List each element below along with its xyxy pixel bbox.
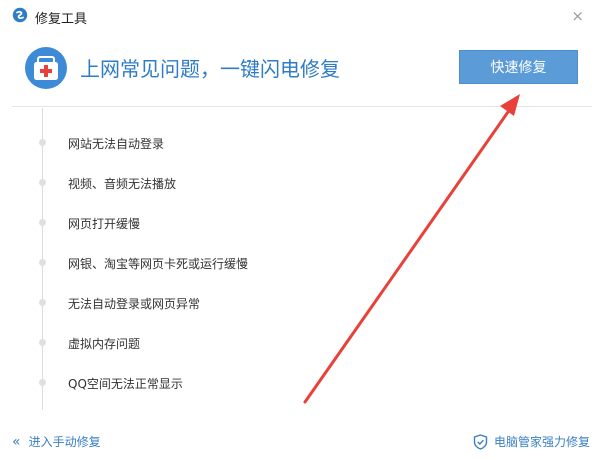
issue-item: 视频、音频无法播放 [68,177,177,191]
issue-item: 网站无法自动登录 [68,137,165,151]
medical-kit-icon [25,47,67,89]
repair-tool-window: 修复工具 × 上网常见问题，一键闪电修复 快速修复 网站无法自动登录 视频、音频… [0,0,604,460]
header-divider [12,106,592,107]
window-title: 修复工具 [35,12,88,27]
strong-repair-label: 电脑管家强力修复 [493,435,590,449]
timeline-dot [39,379,46,386]
timeline-dot [39,179,46,186]
timeline-dot [39,339,46,346]
issue-item: 网页打开缓慢 [68,217,141,231]
issue-item: 无法自动登录或网页异常 [68,297,201,311]
issue-item: 网银、淘宝等网页卡死或运行缓慢 [68,257,249,271]
timeline-dot [39,139,46,146]
title-bar: 修复工具 × [0,0,604,32]
shield-check-icon [473,433,488,450]
issue-item: QQ空间无法正常显示 [68,377,183,391]
app-logo-icon [12,7,28,23]
strong-repair-link[interactable]: 电脑管家强力修复 [473,433,590,450]
issue-item: 虚拟内存问题 [68,337,141,351]
page-headline: 上网常见问题，一键闪电修复 [80,57,340,81]
timeline-dot [39,259,46,266]
timeline-dot [39,299,46,306]
manual-repair-link[interactable]: « 进入手动修复 [12,433,101,450]
close-icon[interactable]: × [571,7,584,25]
quick-fix-button[interactable]: 快速修复 [459,50,578,84]
manual-repair-label: 进入手动修复 [28,435,101,449]
timeline-dot [39,219,46,226]
double-chevron-left-icon: « [12,433,21,450]
